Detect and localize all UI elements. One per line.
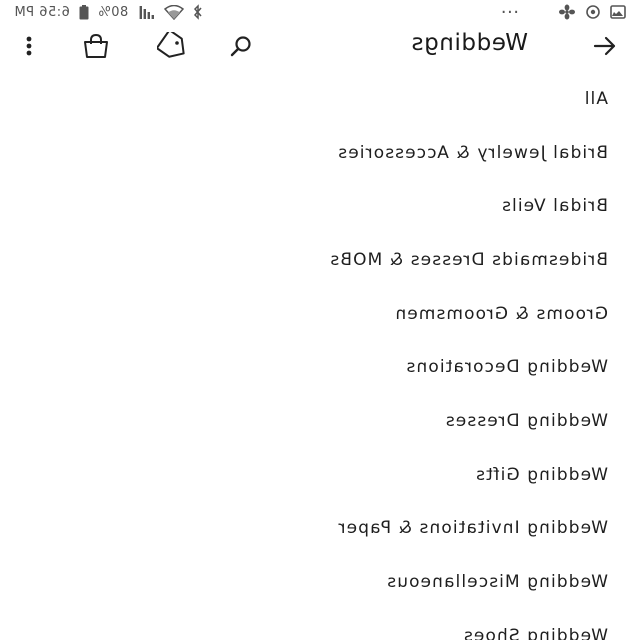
more-options-button[interactable] bbox=[18, 30, 40, 62]
status-bar-right: 80% 6:56 PM bbox=[14, 4, 203, 20]
category-item-bridal-veils[interactable]: Bridal Veils bbox=[0, 179, 640, 233]
wifi-icon bbox=[164, 4, 185, 20]
category-item-bridesmaids-dresses[interactable]: Bridesmaids Dresses & MOBs bbox=[0, 233, 640, 287]
search-button[interactable] bbox=[224, 30, 258, 62]
category-label: Wedding Invitations & Paper bbox=[337, 518, 608, 539]
category-list: All Bridal Jewelry & Accessories Bridal … bbox=[0, 72, 640, 640]
tag-button[interactable] bbox=[156, 30, 190, 62]
category-label: Wedding Decorations bbox=[405, 357, 608, 378]
arrow-back-icon bbox=[593, 35, 617, 57]
category-item-wedding-invitations[interactable]: Wedding Invitations & Paper bbox=[0, 502, 640, 556]
app-screen: ··· 80% 6:56 PM Weddings All Bridal Jewe… bbox=[0, 0, 640, 640]
category-label: Bridal Jewelry & Accessories bbox=[337, 142, 608, 163]
app-bar: Weddings bbox=[0, 24, 640, 68]
battery-icon bbox=[79, 4, 89, 20]
category-label: Grooms & Groomsmen bbox=[394, 303, 608, 324]
category-item-wedding-decorations[interactable]: Wedding Decorations bbox=[0, 340, 640, 394]
category-label: All bbox=[583, 88, 608, 109]
gallery-notification-icon bbox=[610, 5, 626, 19]
category-label: Bridesmaids Dresses & MOBs bbox=[329, 249, 608, 270]
bluetooth-icon bbox=[193, 4, 203, 20]
signal-icon bbox=[137, 5, 155, 19]
status-time: 6:56 PM bbox=[14, 4, 70, 20]
shopping-bag-icon bbox=[81, 33, 111, 59]
category-item-wedding-shoes[interactable]: Wedding Shoes bbox=[0, 609, 640, 640]
status-overflow-dots: ··· bbox=[500, 1, 519, 23]
category-item-grooms[interactable]: Grooms & Groomsmen bbox=[0, 287, 640, 341]
category-label: Wedding Shoes bbox=[462, 625, 608, 640]
shopping-bag-button[interactable] bbox=[79, 30, 113, 62]
status-bar-left: ··· bbox=[500, 2, 626, 23]
category-item-wedding-miscellaneous[interactable]: Wedding Miscellaneous bbox=[0, 555, 640, 609]
category-item-wedding-gifts[interactable]: Wedding Gifts bbox=[0, 448, 640, 502]
category-item-bridal-jewelry[interactable]: Bridal Jewelry & Accessories bbox=[0, 126, 640, 180]
category-item-wedding-dresses[interactable]: Wedding Dresses bbox=[0, 394, 640, 448]
more-vert-icon bbox=[25, 35, 33, 57]
back-button[interactable] bbox=[590, 32, 620, 60]
status-bar: ··· 80% 6:56 PM bbox=[0, 0, 640, 24]
category-label: Wedding Gifts bbox=[475, 464, 608, 485]
tag-icon bbox=[157, 32, 189, 60]
fan-icon bbox=[558, 4, 576, 20]
sync-icon bbox=[585, 4, 601, 20]
page-title: Weddings bbox=[410, 30, 528, 56]
category-label: Wedding Miscellaneous bbox=[386, 572, 608, 593]
category-label: Wedding Dresses bbox=[444, 410, 608, 431]
search-icon bbox=[229, 34, 253, 58]
category-label: Bridal Veils bbox=[501, 196, 608, 217]
battery-percent: 80% bbox=[97, 4, 129, 20]
category-item-all[interactable]: All bbox=[0, 72, 640, 126]
